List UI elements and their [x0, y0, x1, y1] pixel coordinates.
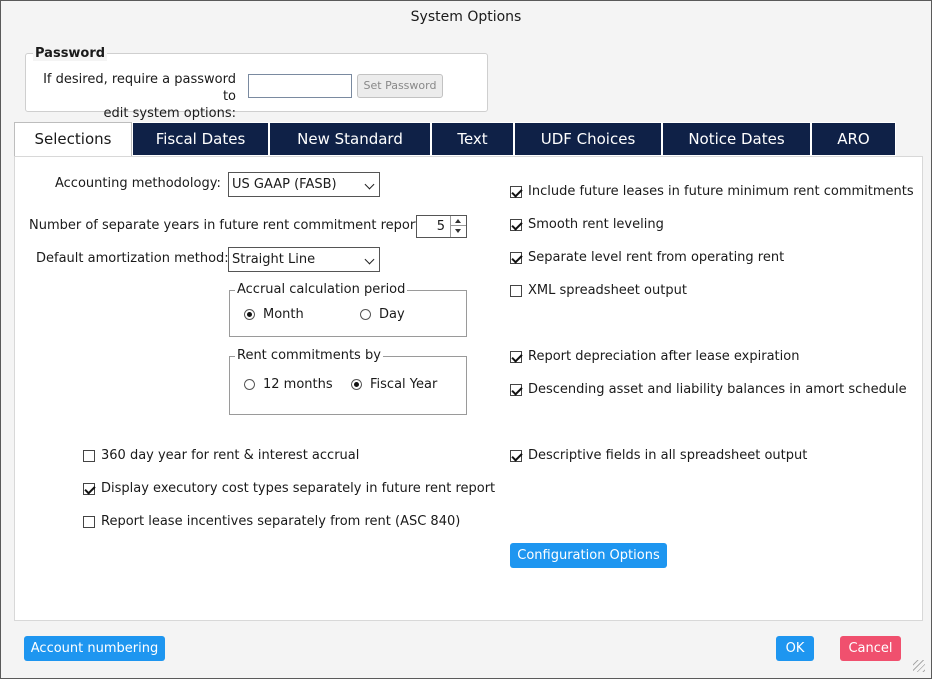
cancel-button[interactable]: Cancel [840, 636, 901, 661]
report-depreciation-label[interactable]: Report depreciation after lease expirati… [528, 349, 799, 364]
radio-12-months-label[interactable]: 12 months [263, 377, 333, 392]
accounting-methodology-value: US GAAP (FASB) [232, 177, 337, 192]
tab-text[interactable]: Text [431, 122, 514, 156]
xml-spreadsheet-output-label[interactable]: XML spreadsheet output [528, 283, 687, 298]
account-numbering-button[interactable]: Account numbering [24, 636, 165, 661]
accounting-methodology-label: Accounting methodology: [55, 176, 221, 191]
spin-up-icon[interactable] [451, 216, 466, 226]
password-label-line1: If desired, require a password to [43, 72, 236, 104]
checkbox-descending-balances[interactable] [510, 384, 522, 396]
stepper-buttons [450, 216, 466, 237]
password-group: Password If desired, require a password … [25, 46, 488, 121]
tab-new-standard[interactable]: New Standard [269, 122, 431, 156]
tab-fiscal-dates[interactable]: Fiscal Dates [132, 122, 269, 156]
radio-month-label[interactable]: Month [263, 307, 304, 322]
configuration-options-button[interactable]: Configuration Options [510, 543, 667, 568]
360-day-year-label[interactable]: 360 day year for rent & interest accrual [101, 448, 359, 463]
amortization-method-value: Straight Line [232, 252, 316, 267]
password-label: If desired, require a password to edit s… [32, 71, 236, 122]
password-input[interactable] [248, 74, 352, 98]
radio-day[interactable] [360, 309, 371, 320]
tab-notice-dates[interactable]: Notice Dates [662, 122, 811, 156]
checkbox-smooth-rent-leveling[interactable] [510, 219, 522, 231]
spin-down-icon[interactable] [451, 226, 466, 236]
amortization-method-label: Default amortization method: [36, 251, 229, 266]
checkbox-executory-cost-types[interactable] [83, 483, 95, 495]
password-label-line2: edit system options: [103, 106, 236, 121]
radio-day-label[interactable]: Day [379, 307, 405, 322]
accrual-period-group: Accrual calculation period Month Day [229, 282, 467, 337]
radio-month[interactable] [244, 309, 255, 320]
descending-balances-label[interactable]: Descending asset and liability balances … [528, 382, 907, 397]
ok-button[interactable]: OK [776, 636, 814, 661]
accounting-methodology-select[interactable]: US GAAP (FASB) [228, 172, 380, 197]
checkbox-xml-spreadsheet-output[interactable] [510, 285, 522, 297]
checkbox-lease-incentives[interactable] [83, 516, 95, 528]
password-legend: Password [33, 46, 108, 61]
tab-selections[interactable]: Selections [14, 122, 132, 157]
radio-fiscal-year[interactable] [351, 379, 362, 390]
accrual-period-legend: Accrual calculation period [235, 282, 408, 297]
checkbox-report-depreciation[interactable] [510, 351, 522, 363]
separate-level-rent-label[interactable]: Separate level rent from operating rent [528, 250, 784, 265]
chevron-down-icon [364, 254, 375, 265]
checkbox-descriptive-fields[interactable] [510, 450, 522, 462]
checkbox-360-day-year[interactable] [83, 450, 95, 462]
smooth-rent-leveling-label[interactable]: Smooth rent leveling [528, 217, 664, 232]
future-years-label: Number of separate years in future rent … [29, 218, 425, 233]
selections-panel: Accounting methodology: US GAAP (FASB) N… [14, 156, 923, 621]
descriptive-fields-label[interactable]: Descriptive fields in all spreadsheet ou… [528, 448, 807, 463]
window-title: System Options [1, 1, 931, 34]
executory-cost-types-label[interactable]: Display executory cost types separately … [101, 481, 495, 496]
include-future-leases-label[interactable]: Include future leases in future minimum … [528, 184, 914, 199]
chevron-down-icon [364, 179, 375, 190]
amortization-method-select[interactable]: Straight Line [228, 247, 380, 272]
tab-udf-choices[interactable]: UDF Choices [514, 122, 662, 156]
checkbox-include-future-leases[interactable] [510, 186, 522, 198]
future-years-stepper[interactable]: 5 [416, 215, 467, 238]
radio-12-months[interactable] [244, 379, 255, 390]
checkbox-separate-level-rent[interactable] [510, 252, 522, 264]
tab-bar: Selections Fiscal Dates New Standard Tex… [14, 122, 924, 157]
future-years-value: 5 [436, 219, 445, 234]
tab-aro[interactable]: ARO [811, 122, 896, 156]
resize-grip-icon[interactable] [913, 660, 925, 672]
rent-commitments-group: Rent commitments by 12 months Fiscal Yea… [229, 348, 467, 415]
set-password-button[interactable]: Set Password [357, 74, 443, 98]
system-options-window: System Options Password If desired, requ… [0, 0, 932, 679]
radio-fiscal-year-label[interactable]: Fiscal Year [370, 377, 437, 392]
lease-incentives-label[interactable]: Report lease incentives separately from … [101, 514, 460, 529]
rent-commitments-legend: Rent commitments by [235, 348, 383, 363]
